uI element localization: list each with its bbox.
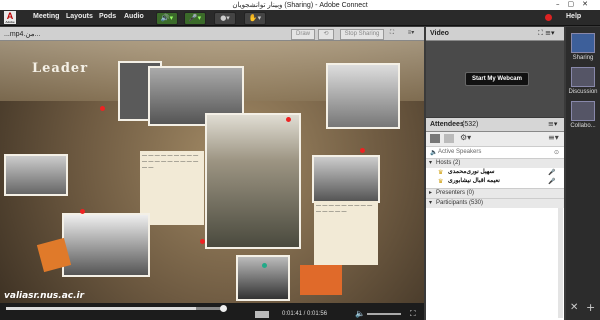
layout-collaboration[interactable]: Collabo... xyxy=(568,101,598,129)
attendee-name: نعیمه اقبال نیشابوری xyxy=(448,178,500,184)
shared-video-content: Leader — — — — — — — — — — — — — — — — —… xyxy=(0,41,424,303)
window-titlebar: وبینار توانشجویان (Sharing) - Adobe Conn… xyxy=(0,0,600,10)
mic-muted-icon: 🎤 xyxy=(548,169,556,176)
record-icon[interactable] xyxy=(545,14,552,21)
list-view-icon[interactable] xyxy=(430,134,440,143)
menu-layouts[interactable]: Layouts xyxy=(66,13,93,20)
help-menu[interactable]: Help xyxy=(566,13,581,20)
layout-sharing[interactable]: Sharing xyxy=(568,33,598,61)
push-pin xyxy=(100,106,105,111)
volume-slider[interactable] xyxy=(367,313,401,315)
layout-thumbnail-icon xyxy=(571,33,595,53)
pod-options-icon[interactable]: ⛶ ≡▾ xyxy=(538,29,555,38)
photo-commander-portrait xyxy=(205,113,301,249)
menu-pods[interactable]: Pods xyxy=(99,13,116,20)
close-icon[interactable]: ✕ xyxy=(570,302,578,313)
layouts-sidebar: Sharing Discussion Collabo... ✕ + xyxy=(566,27,600,320)
hosts-label: Hosts (2) xyxy=(436,160,461,166)
active-speakers-label: Active Speakers xyxy=(438,149,482,155)
pause-icon[interactable] xyxy=(255,311,269,318)
seek-handle[interactable] xyxy=(220,305,227,312)
video-playback-bar: 0:01:41 / 0:01:56 🔈 ⛶ xyxy=(0,303,424,320)
scrollbar[interactable] xyxy=(558,208,563,318)
menu-bar: A Adobe Meeting Layouts Pods Audio 🔊▾ 🎤▾ … xyxy=(0,10,600,26)
push-pin xyxy=(200,239,205,244)
attendee-row[interactable]: ♛ نعیمه اقبال نیشابوری 🎤 xyxy=(426,177,564,186)
window-controls[interactable]: –▢✕ xyxy=(556,0,596,8)
settings-icon[interactable]: ⚙▾ xyxy=(460,133,471,142)
layout-thumbnail-icon xyxy=(571,101,595,121)
photo-young-man xyxy=(236,255,290,301)
layout-label: Sharing xyxy=(572,55,594,61)
collapse-icon[interactable]: ▾ xyxy=(429,199,432,208)
orange-paper xyxy=(300,265,342,295)
share-pod-title: ...mp4.من... xyxy=(4,31,41,38)
start-webcam-button[interactable]: Start My Webcam xyxy=(465,72,529,86)
speaker-icon: 🔈 xyxy=(430,149,438,156)
attendees-title: Attendees xyxy=(430,121,464,128)
watermark-text: valiasr.nus.ac.ir xyxy=(4,291,85,301)
microphone-icon[interactable]: 🎤▾ xyxy=(184,12,206,25)
layout-label: Collabo... xyxy=(570,123,596,129)
window-title: وبینار توانشجویان (Sharing) - Adobe Conn… xyxy=(232,2,368,9)
video-pod-title: Video xyxy=(430,30,449,37)
host-icon: ♛ xyxy=(438,178,444,185)
push-pin xyxy=(262,263,267,268)
video-pod-header: Video ⛶ ≡▾ xyxy=(426,27,564,41)
speaker-icon[interactable]: 🔊▾ xyxy=(156,12,178,25)
seek-progress xyxy=(6,307,196,310)
raise-hand-icon[interactable]: ✋▾ xyxy=(244,12,266,25)
volume-icon[interactable]: 🔈 xyxy=(355,309,365,318)
photo-soldiers-small xyxy=(312,155,380,203)
participants-section[interactable]: ▾ Participants (530) xyxy=(426,198,564,208)
fullscreen-icon[interactable]: ⛶ xyxy=(387,29,397,38)
attendee-name: سهیل نوری‌محمدی xyxy=(448,169,495,175)
photo-helicopter xyxy=(4,154,68,196)
push-pin xyxy=(360,148,365,153)
layout-thumbnail-icon xyxy=(571,67,595,87)
hosts-section[interactable]: ▾ Hosts (2) xyxy=(426,158,564,168)
host-icon: ♛ xyxy=(438,169,444,176)
attendee-row[interactable]: ♛ سهیل نوری‌محمدی 🎤 xyxy=(426,168,564,177)
photo-battlefield xyxy=(62,213,150,277)
mic-muted-icon: 🎤 xyxy=(548,178,556,185)
add-icon[interactable]: + xyxy=(586,301,595,314)
draw-button[interactable]: Draw xyxy=(291,29,315,40)
pod-options-icon[interactable]: ≡▾ xyxy=(548,120,557,128)
leader-text: Leader xyxy=(32,61,89,76)
attendees-count: (532) xyxy=(462,121,479,128)
stop-sharing-button[interactable]: Stop Sharing xyxy=(340,29,384,40)
pod-options-icon[interactable]: ≡▾ xyxy=(404,29,418,38)
push-pin xyxy=(80,209,85,214)
presenters-label: Presenters (0) xyxy=(436,190,475,196)
collapse-icon[interactable]: ▸ xyxy=(429,189,432,198)
share-pod-header: ...mp4.من... Draw ⟲ Stop Sharing ⛶ ≡▾ xyxy=(0,27,424,41)
photo-military-scene xyxy=(326,63,400,129)
layout-discussion[interactable]: Discussion xyxy=(568,67,598,95)
adobe-logo-icon: A Adobe xyxy=(4,11,16,24)
presenters-section[interactable]: ▸ Presenters (0) xyxy=(426,188,564,198)
active-speakers-row: 🔈 Active Speakers ⊙ xyxy=(426,148,564,157)
participants-label: Participants (530) xyxy=(436,200,484,206)
sync-icon[interactable]: ⟲ xyxy=(318,29,334,40)
menu-meeting[interactable]: Meeting xyxy=(33,13,59,20)
paper-note-2: — — — — — — — — — — — — — — xyxy=(314,201,378,265)
attendees-toolbar: ⚙▾ ≡▾ xyxy=(426,132,564,147)
status-view-icon[interactable] xyxy=(444,134,454,143)
push-pin xyxy=(286,117,291,122)
menu-icon[interactable]: ≡▾ xyxy=(548,133,559,142)
layout-label: Discussion xyxy=(568,89,598,95)
fullscreen-video-icon[interactable]: ⛶ xyxy=(410,309,416,319)
menu-audio[interactable]: Audio xyxy=(124,13,144,20)
playback-time: 0:01:41 / 0:01:56 xyxy=(282,311,328,317)
attendees-pod-header: Attendees (532) ≡▾ xyxy=(426,118,564,132)
collapse-icon[interactable]: ▾ xyxy=(429,159,432,168)
search-icon[interactable]: ⊙ xyxy=(554,148,559,157)
seek-bar[interactable] xyxy=(6,307,224,310)
attendees-pod-body: ⚙▾ ≡▾ 🔈 Active Speakers ⊙ ▾ Hosts (2) ♛ … xyxy=(426,132,564,320)
webcam-icon[interactable]: ●▾ xyxy=(214,12,236,25)
